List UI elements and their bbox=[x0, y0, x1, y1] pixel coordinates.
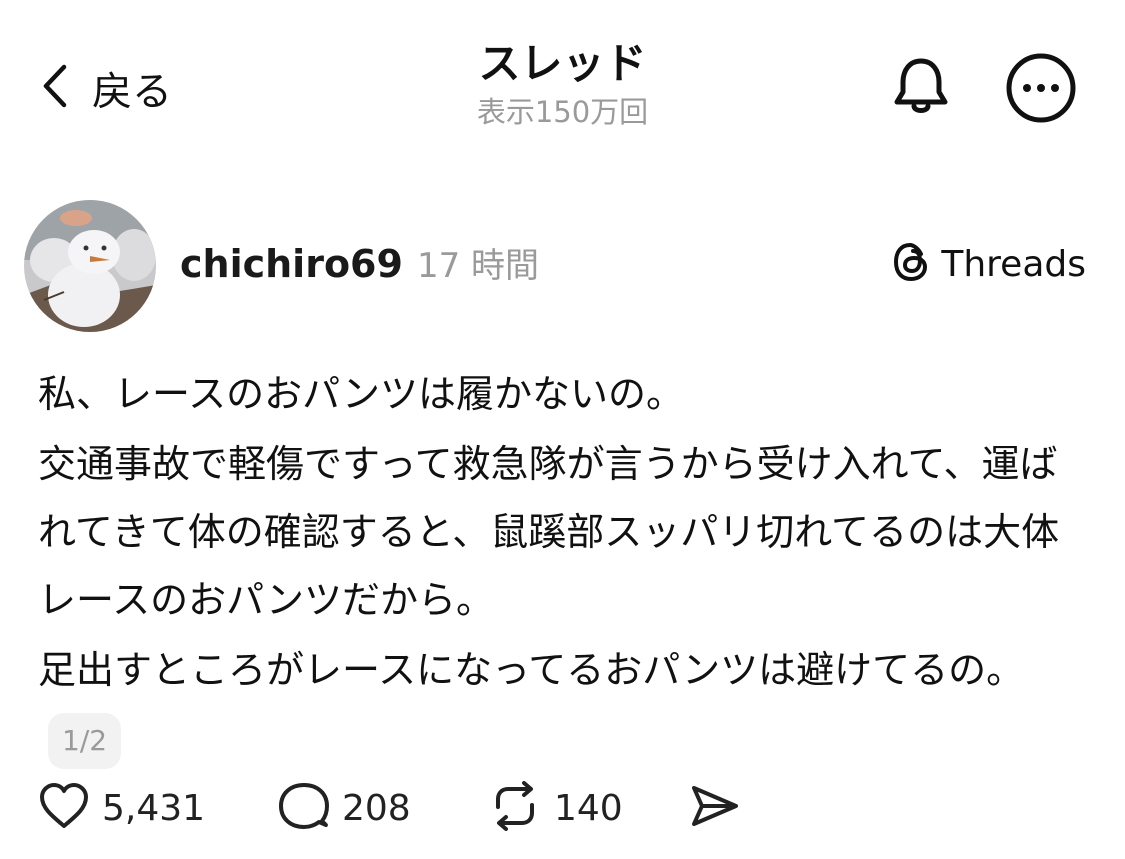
post-header: chichiro69 17 時間 Threads bbox=[24, 200, 1104, 332]
post-paragraph: 交通事故で軽傷ですって救急隊が言うから受け入れて、運ばれてきて体の確認すると、鼠… bbox=[38, 442, 1060, 622]
share-button[interactable] bbox=[688, 782, 742, 834]
post-paragraph: 私、レースのおパンツは履かないの。 bbox=[38, 372, 685, 416]
post-paragraph-last: 足出すところがレースになってるおパンツは避けてるの。 1/2 bbox=[38, 636, 1088, 772]
page-title: スレッド bbox=[478, 39, 647, 88]
header-title-block: スレッド 表示150万回 bbox=[0, 38, 1125, 132]
avatar-image bbox=[24, 200, 156, 332]
send-icon bbox=[688, 782, 742, 834]
repost-count: 140 bbox=[554, 787, 623, 829]
page-indicator[interactable]: 1/2 bbox=[48, 712, 122, 769]
more-options-button[interactable] bbox=[1005, 52, 1077, 124]
repost-button[interactable]: 140 bbox=[488, 781, 688, 835]
avatar[interactable] bbox=[24, 200, 156, 332]
view-count: 表示150万回 bbox=[476, 95, 649, 129]
reply-count: 208 bbox=[342, 787, 411, 829]
threads-label: Threads bbox=[941, 243, 1086, 285]
threads-app-link[interactable]: Threads bbox=[891, 240, 1086, 288]
top-bar: 戻る スレッド 表示150万回 bbox=[0, 0, 1125, 150]
repost-icon bbox=[488, 781, 542, 835]
post-text: 私、レースのおパンツは履かないの。 交通事故で軽傷ですって救急隊が言うから受け入… bbox=[38, 360, 1088, 772]
bell-icon bbox=[888, 58, 954, 124]
like-button[interactable]: 5,431 bbox=[38, 782, 278, 834]
reply-button[interactable]: 208 bbox=[278, 781, 488, 835]
comment-icon bbox=[278, 781, 330, 835]
author-line: chichiro69 17 時間 bbox=[180, 238, 539, 287]
more-icon bbox=[1005, 53, 1077, 128]
like-count: 5,431 bbox=[102, 787, 206, 829]
post-actions: 5,431 208 140 bbox=[38, 780, 742, 836]
username[interactable]: chichiro69 bbox=[180, 242, 403, 286]
notifications-button[interactable] bbox=[888, 54, 954, 120]
post-paragraph-text: 足出すところがレースになってるおパンツは避けてるの。 bbox=[38, 648, 1025, 692]
timestamp: 17 時間 bbox=[416, 246, 540, 286]
heart-icon bbox=[38, 782, 90, 834]
threads-logo-icon bbox=[891, 240, 931, 288]
